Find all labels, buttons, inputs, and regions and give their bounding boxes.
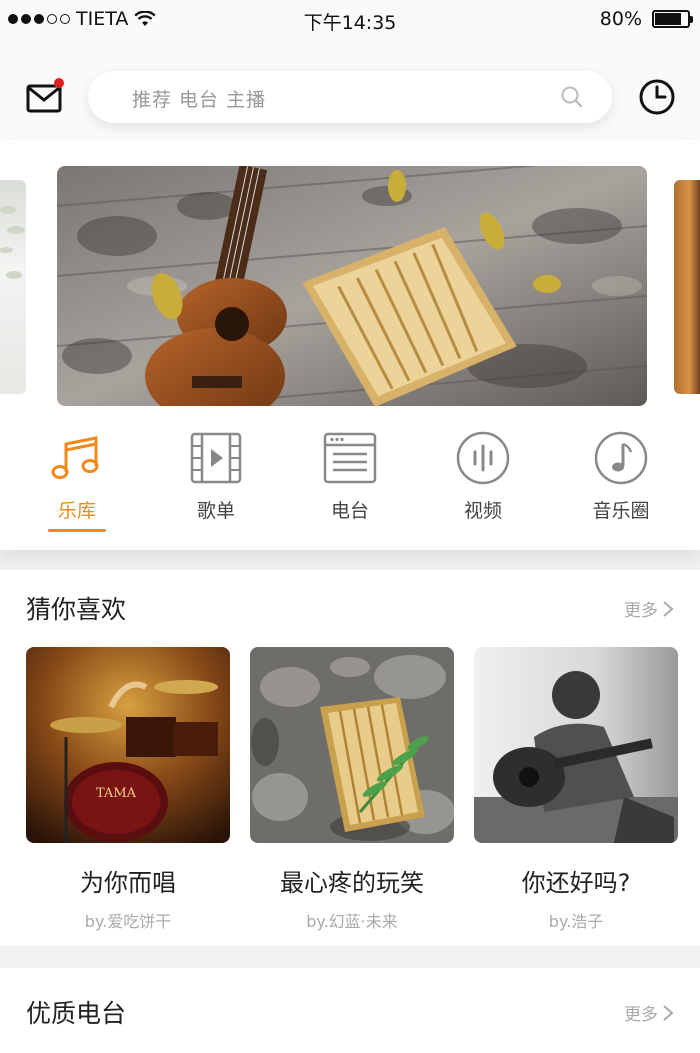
nav-item-library[interactable]: 乐库 <box>22 430 132 532</box>
nav-label-music-circle: 音乐圈 <box>592 500 650 522</box>
banner-image-guitar-book[interactable] <box>57 166 647 406</box>
radio-icon <box>323 432 377 484</box>
sound-wave-icon <box>456 431 510 485</box>
unread-badge <box>54 78 64 88</box>
recommendation-card[interactable]: TAMA 为你而唱 by.爱吃饼干 <box>26 647 230 932</box>
card-image-boy-guitar <box>474 647 678 843</box>
battery-icon <box>652 10 693 28</box>
active-tab-indicator <box>48 529 106 532</box>
card-image-book-fern <box>250 647 455 843</box>
quality-radio-section: 优质电台 更多 <box>0 968 700 1053</box>
status-bar: TIETA 下午14:35 80% <box>0 0 700 40</box>
search-icon[interactable] <box>560 85 584 109</box>
more-label: 更多 <box>624 601 658 621</box>
svg-text:TAMA: TAMA <box>96 786 137 801</box>
nav-label-radio: 电台 <box>330 500 369 522</box>
nav-item-playlist[interactable]: 歌单 <box>161 430 271 523</box>
card-image-drummer: TAMA <box>26 647 230 843</box>
recommendation-card[interactable]: 最心疼的玩笑 by.幻蓝·未来 <box>250 647 455 932</box>
nav-item-video[interactable]: 视频 <box>428 430 538 523</box>
nav-label-playlist: 歌单 <box>196 500 235 522</box>
battery-percent: 80% <box>599 8 642 30</box>
music-note-icon <box>51 436 99 479</box>
more-link[interactable]: 更多 <box>624 596 674 621</box>
chevron-right-icon <box>663 600 674 617</box>
category-nav: 乐库 歌单 电台 视频 音乐圈 <box>0 430 700 540</box>
nav-item-music-circle[interactable]: 音乐圈 <box>566 430 676 523</box>
nav-item-radio[interactable]: 电台 <box>295 430 405 523</box>
search-placeholder: 推荐 电台 主播 <box>132 89 267 111</box>
video-film-icon <box>190 432 242 484</box>
chevron-right-icon <box>663 1004 674 1021</box>
top-header: 推荐 电台 主播 <box>0 40 700 140</box>
clock-icon[interactable] <box>638 78 676 116</box>
more-link[interactable]: 更多 <box>624 1000 674 1025</box>
note-circle-icon <box>594 431 648 485</box>
card-author: by.爱吃饼干 <box>84 912 172 931</box>
section-title: 优质电台 <box>26 999 127 1028</box>
recommendation-cards: TAMA 为你而唱 by.爱吃饼干 最心疼的玩笑 by.幻蓝·未来 你还好吗? … <box>26 647 678 931</box>
more-label: 更多 <box>624 1005 658 1025</box>
recommendation-card[interactable]: 你还好吗? by.浩子 <box>474 647 678 932</box>
card-author: by.浩子 <box>548 912 604 931</box>
banner-prev-slide[interactable] <box>0 180 26 394</box>
card-title: 你还好吗? <box>521 869 631 897</box>
card-author: by.幻蓝·未来 <box>306 912 398 931</box>
status-time: 下午14:35 <box>303 12 397 34</box>
search-input[interactable]: 推荐 电台 主播 <box>88 71 612 123</box>
card-title: 为你而唱 <box>80 869 176 897</box>
section-title: 猜你喜欢 <box>26 595 127 624</box>
nav-label-video: 视频 <box>463 500 502 522</box>
banner-section: 乐库 歌单 电台 视频 音乐圈 <box>0 140 700 550</box>
banner-next-slide[interactable] <box>674 180 700 394</box>
guess-you-like-section: 猜你喜欢 更多 TAMA 为你而唱 by.爱吃饼干 最心疼的玩笑 by.幻蓝·未… <box>0 570 700 946</box>
nav-label-library: 乐库 <box>57 500 96 522</box>
card-title: 最心疼的玩笑 <box>280 869 424 897</box>
